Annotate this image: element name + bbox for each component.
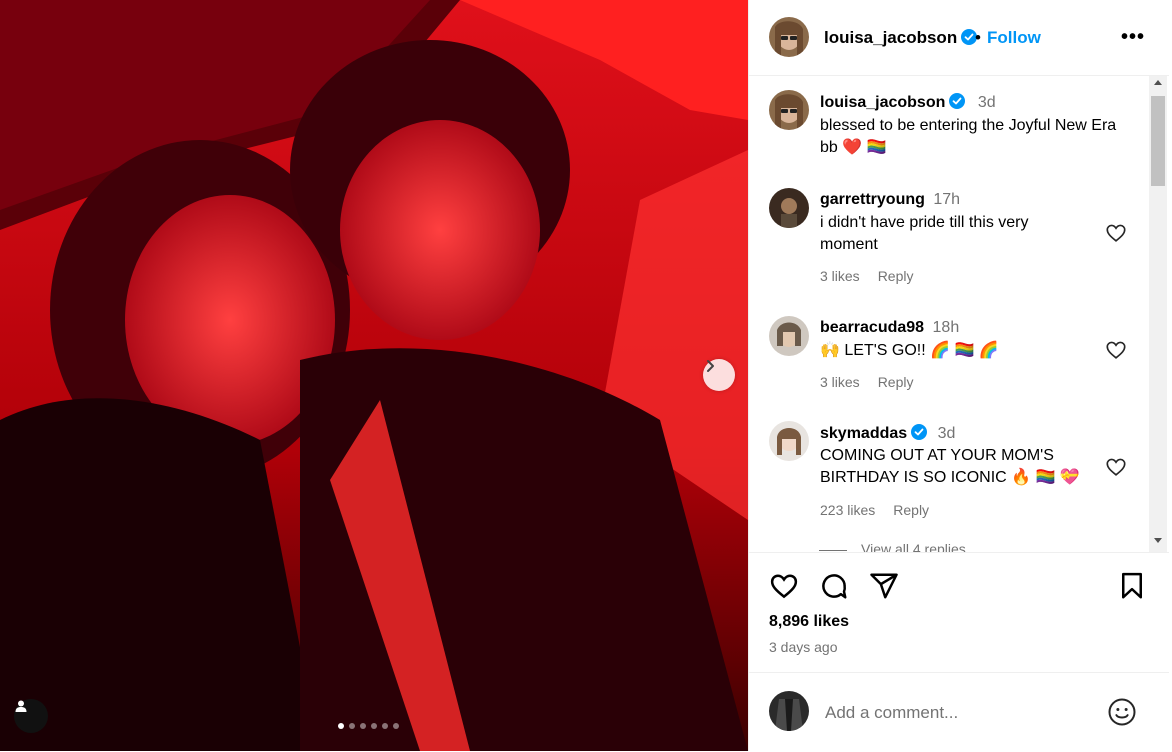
verified-icon xyxy=(949,93,966,109)
author-avatar[interactable] xyxy=(769,17,809,57)
scroll-down-arrow[interactable] xyxy=(1154,538,1162,543)
caption-username[interactable]: louisa_jacobson xyxy=(820,94,945,111)
comment-likes[interactable]: 3 likes xyxy=(820,268,860,284)
caption-text: blessed to be entering the Joyful New Er… xyxy=(820,117,1117,156)
comment-likes[interactable]: 3 likes xyxy=(820,374,860,390)
comments-list[interactable]: louisa_jacobson 3d blessed to be enterin… xyxy=(749,76,1149,552)
scrollbar-thumb[interactable] xyxy=(1151,96,1165,186)
post-image[interactable] xyxy=(0,0,748,751)
comment-likes[interactable]: 223 likes xyxy=(820,502,875,518)
emoji-icon[interactable] xyxy=(1107,697,1137,727)
scroll-up-arrow[interactable] xyxy=(1154,80,1162,85)
comment-text: COMING OUT AT YOUR MOM'S BIRTHDAY IS SO … xyxy=(820,447,1080,486)
carousel-dot xyxy=(349,723,355,729)
carousel-indicator xyxy=(338,723,399,729)
follow-button[interactable]: Follow xyxy=(987,28,1041,48)
view-replies-button[interactable]: View all 4 replies xyxy=(819,541,966,552)
comment-time[interactable]: 3d xyxy=(938,425,956,442)
like-comment-icon[interactable] xyxy=(1105,456,1127,478)
caption-avatar[interactable] xyxy=(769,90,809,130)
comment-meta: 223 likes Reply xyxy=(820,502,947,518)
chevron-right-icon xyxy=(707,360,714,372)
bookmark-icon[interactable] xyxy=(1117,571,1147,601)
comment: skymaddas 3d COMING OUT AT YOUR MOM'S BI… xyxy=(749,417,1149,527)
carousel-dot xyxy=(382,723,388,729)
post-sidebar: louisa_jacobson • Follow ••• louisa_jaco… xyxy=(748,0,1169,751)
carousel-dot xyxy=(393,723,399,729)
author-username[interactable]: louisa_jacobson xyxy=(824,28,978,48)
user-tag-icon xyxy=(15,700,27,712)
more-options-button[interactable]: ••• xyxy=(1121,26,1145,49)
comment: garrettryoung 17h i didn't have pride ti… xyxy=(749,184,1149,294)
comment-time[interactable]: 17h xyxy=(933,191,960,208)
reply-button[interactable]: Reply xyxy=(878,268,914,284)
reply-button[interactable]: Reply xyxy=(893,502,929,518)
commenter-avatar[interactable] xyxy=(769,188,809,228)
comment-time[interactable]: 18h xyxy=(933,319,960,336)
comment-username[interactable]: garrettryoung xyxy=(820,191,925,208)
verified-icon xyxy=(911,424,928,440)
comment-text: 🙌 LET'S GO!! 🌈 🏳️‍🌈 🌈 xyxy=(820,342,999,359)
commenter-avatar[interactable] xyxy=(769,421,809,461)
reply-button[interactable]: Reply xyxy=(878,374,914,390)
comment-username[interactable]: skymaddas xyxy=(820,425,907,442)
comments-scrollbar[interactable] xyxy=(1149,76,1167,552)
header-separator: • xyxy=(975,28,981,47)
comment-icon[interactable] xyxy=(819,571,849,601)
carousel-dot xyxy=(360,723,366,729)
comment-username[interactable]: bearracuda98 xyxy=(820,319,924,336)
next-image-button[interactable] xyxy=(703,359,735,391)
comment-meta: 3 likes Reply xyxy=(820,268,931,284)
share-icon[interactable] xyxy=(869,571,899,601)
comment-meta: 3 likes Reply xyxy=(820,374,931,390)
carousel-dot-active xyxy=(338,723,344,729)
carousel-dot xyxy=(371,723,377,729)
post-header: louisa_jacobson • Follow ••• xyxy=(749,0,1169,76)
caption-time[interactable]: 3d xyxy=(978,94,996,111)
post-timestamp[interactable]: 3 days ago xyxy=(769,639,838,655)
tagged-users-button[interactable] xyxy=(14,699,48,733)
add-comment-bar: Add a comment... xyxy=(749,672,1169,752)
replies-divider xyxy=(819,549,847,551)
view-replies-label[interactable]: View all 4 replies xyxy=(861,541,966,552)
photo-illustration xyxy=(0,0,748,751)
caption: louisa_jacobson 3d blessed to be enterin… xyxy=(749,76,1149,176)
comment: bearracuda98 18h 🙌 LET'S GO!! 🌈 🏳️‍🌈 🌈 3… xyxy=(749,312,1149,402)
heart-icon[interactable] xyxy=(769,571,799,601)
likes-count[interactable]: 8,896 likes xyxy=(769,613,849,631)
author-username-text[interactable]: louisa_jacobson xyxy=(824,28,957,47)
comment-input[interactable]: Add a comment... xyxy=(825,703,958,723)
commenter-avatar[interactable] xyxy=(769,316,809,356)
like-comment-icon[interactable] xyxy=(1105,339,1127,361)
current-user-avatar xyxy=(769,691,809,731)
like-comment-icon[interactable] xyxy=(1105,222,1127,244)
comment-text: i didn't have pride till this very momen… xyxy=(820,214,1029,253)
post-actions: 8,896 likes 3 days ago xyxy=(749,552,1169,673)
